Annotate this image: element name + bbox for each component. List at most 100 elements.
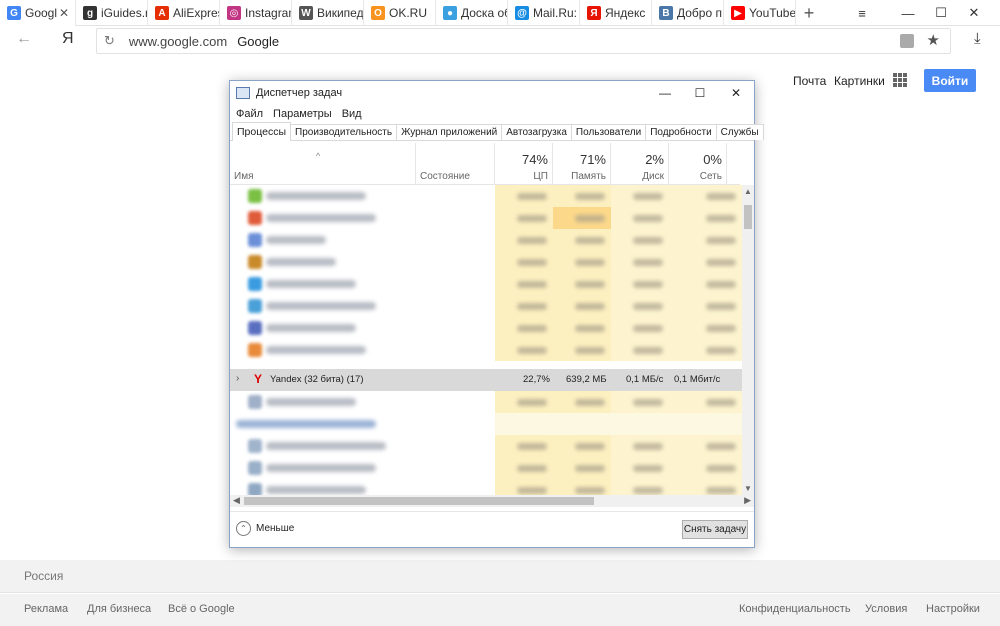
- footer-link-ads[interactable]: Реклама: [24, 603, 68, 615]
- redacted-value: [575, 193, 605, 200]
- scroll-left-icon[interactable]: ◀: [233, 495, 240, 506]
- end-task-button[interactable]: Снять задачу: [682, 520, 748, 539]
- apps-grid-icon[interactable]: [893, 73, 907, 87]
- signin-button[interactable]: Войти: [924, 69, 976, 92]
- column-disk[interactable]: 2% Диск: [611, 143, 669, 185]
- tab-details[interactable]: Подробности: [645, 124, 717, 140]
- tab-performance[interactable]: Производительность: [290, 124, 398, 140]
- process-row[interactable]: [230, 251, 742, 273]
- footer-link-terms[interactable]: Условия: [865, 603, 907, 615]
- tab-processes[interactable]: Процессы: [232, 122, 292, 141]
- browser-tab[interactable]: В Добро п: [652, 0, 724, 26]
- browser-tab[interactable]: Я Яндекс: [580, 0, 652, 26]
- url-host: www.google.com: [128, 33, 228, 49]
- process-row[interactable]: [230, 457, 742, 479]
- footer-link-business[interactable]: Для бизнеса: [87, 603, 151, 615]
- browser-tab[interactable]: g iGuides.r: [76, 0, 148, 26]
- process-row[interactable]: [230, 339, 742, 361]
- footer-link-privacy[interactable]: Конфиденциальность: [739, 603, 851, 615]
- gmail-link[interactable]: Почта: [793, 74, 826, 88]
- footer-link-about[interactable]: Всё о Google: [168, 603, 235, 615]
- menu-file[interactable]: Файл: [236, 108, 263, 120]
- tab-app-history[interactable]: Журнал приложений: [396, 124, 503, 140]
- minimize-button[interactable]: —: [648, 83, 682, 103]
- scroll-right-icon[interactable]: ▶: [744, 495, 751, 506]
- tab-title: Instagran: [245, 6, 291, 20]
- vertical-scrollbar[interactable]: ▲ ▼: [742, 185, 754, 495]
- footer-link-settings[interactable]: Настройки: [926, 603, 980, 615]
- redacted-process-name: [266, 214, 376, 222]
- window-menu-icon[interactable]: ≡: [839, 0, 885, 26]
- column-network[interactable]: 0% Сеть: [669, 143, 727, 185]
- window-close-button[interactable]: ✕: [951, 0, 997, 26]
- scroll-up-icon[interactable]: ▲: [744, 187, 752, 196]
- menu-view[interactable]: Вид: [342, 108, 362, 120]
- scroll-down-icon[interactable]: ▼: [744, 484, 752, 493]
- images-link[interactable]: Картинки: [834, 74, 885, 88]
- process-row[interactable]: [230, 185, 742, 207]
- protect-icon[interactable]: [900, 34, 914, 48]
- tab-favicon-icon: g: [83, 6, 97, 20]
- column-name[interactable]: ^ Имя: [230, 143, 416, 185]
- cell-heat-bg: [553, 413, 611, 435]
- bookmark-star-icon[interactable]: ★: [927, 31, 940, 49]
- tab-favicon-icon: ●: [443, 6, 457, 20]
- redacted-app-icon: [248, 461, 262, 475]
- process-row[interactable]: [230, 413, 742, 435]
- tab-close-icon[interactable]: ✕: [59, 6, 69, 20]
- column-status[interactable]: Состояние: [416, 143, 495, 185]
- process-row[interactable]: [230, 391, 742, 413]
- process-row[interactable]: [230, 435, 742, 457]
- menu-options[interactable]: Параметры: [273, 108, 332, 120]
- horizontal-scroll-thumb[interactable]: [244, 497, 594, 505]
- column-memory[interactable]: 71% Память: [553, 143, 611, 185]
- process-row[interactable]: [230, 479, 742, 495]
- browser-tab[interactable]: ◎ Instagran: [220, 0, 292, 26]
- fewer-details-link[interactable]: Меньше: [256, 523, 294, 534]
- tab-favicon-icon: ▶: [731, 6, 745, 20]
- expand-chevron-icon[interactable]: ›: [236, 373, 239, 384]
- tab-users[interactable]: Пользователи: [570, 124, 647, 140]
- browser-tab[interactable]: О OK.RU: [364, 0, 436, 26]
- task-manager-titlebar[interactable]: Диспетчер задач — ☐ ✕: [230, 81, 754, 105]
- close-button[interactable]: ✕: [719, 83, 753, 103]
- tab-services[interactable]: Службы: [715, 124, 764, 140]
- redacted-value: [706, 465, 736, 472]
- process-row[interactable]: [230, 273, 742, 295]
- horizontal-scrollbar[interactable]: ◀ ▶: [230, 495, 754, 507]
- process-row[interactable]: [230, 229, 742, 251]
- maximize-button[interactable]: ☐: [683, 83, 717, 103]
- process-cpu: 22,7%: [523, 374, 550, 385]
- process-row[interactable]: [230, 207, 742, 229]
- browser-toolbar: ← Я ↻ www.google.com Google ★ ⤓: [0, 26, 1000, 56]
- redacted-app-icon: [248, 299, 262, 313]
- tab-startup[interactable]: Автозагрузка: [501, 124, 572, 140]
- collapse-up-icon[interactable]: ⌃: [236, 521, 251, 536]
- browser-tab[interactable]: G Googl ✕: [0, 0, 76, 26]
- browser-tab[interactable]: A AliExpres: [148, 0, 220, 26]
- vertical-scroll-thumb[interactable]: [744, 205, 752, 229]
- browser-tab[interactable]: W Википед: [292, 0, 364, 26]
- footer-country: Россия: [24, 569, 64, 583]
- process-row[interactable]: [230, 295, 742, 317]
- sort-caret-icon: ^: [316, 151, 321, 161]
- process-row-yandex[interactable]: › Y Yandex (32 бита) (17) 22,7% 639,2 МБ…: [230, 369, 742, 391]
- new-tab-button[interactable]: +: [796, 0, 822, 26]
- browser-tab[interactable]: ● Доска об: [436, 0, 508, 26]
- reload-icon[interactable]: ↻: [104, 33, 115, 49]
- redacted-app-icon: [248, 189, 262, 203]
- redacted-app-icon: [248, 255, 262, 269]
- browser-tab[interactable]: @ Mail.Ru: r: [508, 0, 580, 26]
- column-cpu[interactable]: 74% ЦП: [495, 143, 553, 185]
- address-bar[interactable]: ↻ www.google.com Google ★: [96, 28, 951, 54]
- process-disk: 0,1 МБ/с: [626, 374, 664, 385]
- process-row[interactable]: [230, 317, 742, 339]
- redacted-app-icon: [248, 343, 262, 357]
- redacted-value: [633, 281, 663, 288]
- download-icon[interactable]: ⤓: [974, 30, 981, 47]
- task-manager-app-icon: [236, 87, 250, 99]
- back-arrow-icon[interactable]: ←: [16, 30, 32, 48]
- yandex-button[interactable]: Я: [62, 30, 74, 48]
- browser-tab[interactable]: ▶ YouTube: [724, 0, 796, 26]
- redacted-process-name: [266, 258, 336, 266]
